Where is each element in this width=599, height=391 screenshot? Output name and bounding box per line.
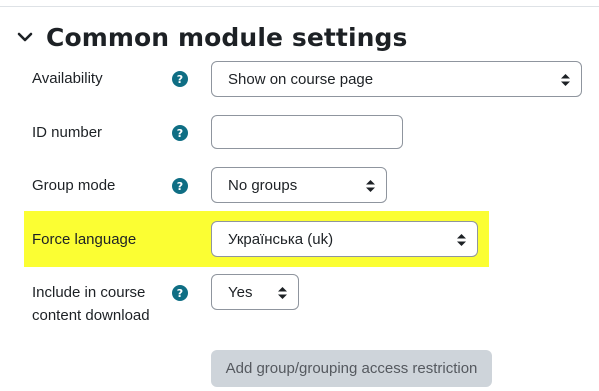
section-divider — [0, 6, 599, 7]
help-icon[interactable]: ? — [172, 71, 188, 87]
force-language-label: Force language — [32, 231, 137, 248]
sort-caret-icon — [457, 233, 466, 246]
availability-label: Availability — [32, 70, 103, 87]
include-download-select[interactable]: Yes — [211, 274, 299, 310]
help-icon[interactable]: ? — [172, 125, 188, 141]
sort-caret-icon — [561, 73, 570, 86]
include-download-label-line1: Include in course — [32, 284, 146, 301]
force-language-select[interactable]: Українська (uk) — [211, 221, 478, 257]
sort-caret-icon — [366, 179, 375, 192]
group-mode-value: No groups — [228, 176, 298, 194]
id-number-label: ID number — [32, 124, 103, 141]
group-mode-select[interactable]: No groups — [211, 167, 387, 203]
id-number-input[interactable] — [211, 115, 403, 149]
help-icon[interactable]: ? — [172, 178, 188, 194]
include-download-label-line2: content download — [32, 307, 150, 324]
add-restriction-button[interactable]: Add group/grouping access restriction — [211, 350, 492, 387]
include-download-value: Yes — [228, 283, 253, 301]
sort-caret-icon — [278, 286, 287, 299]
section-title: Common module settings — [46, 22, 408, 52]
availability-select[interactable]: Show on course page — [211, 61, 582, 97]
group-mode-label: Group mode — [32, 177, 116, 194]
availability-value: Show on course page — [228, 70, 374, 88]
section-toggle[interactable]: Common module settings — [14, 20, 408, 54]
chevron-down-icon[interactable] — [14, 26, 36, 48]
force-language-value: Українська (uk) — [228, 230, 334, 248]
help-icon[interactable]: ? — [172, 285, 188, 301]
